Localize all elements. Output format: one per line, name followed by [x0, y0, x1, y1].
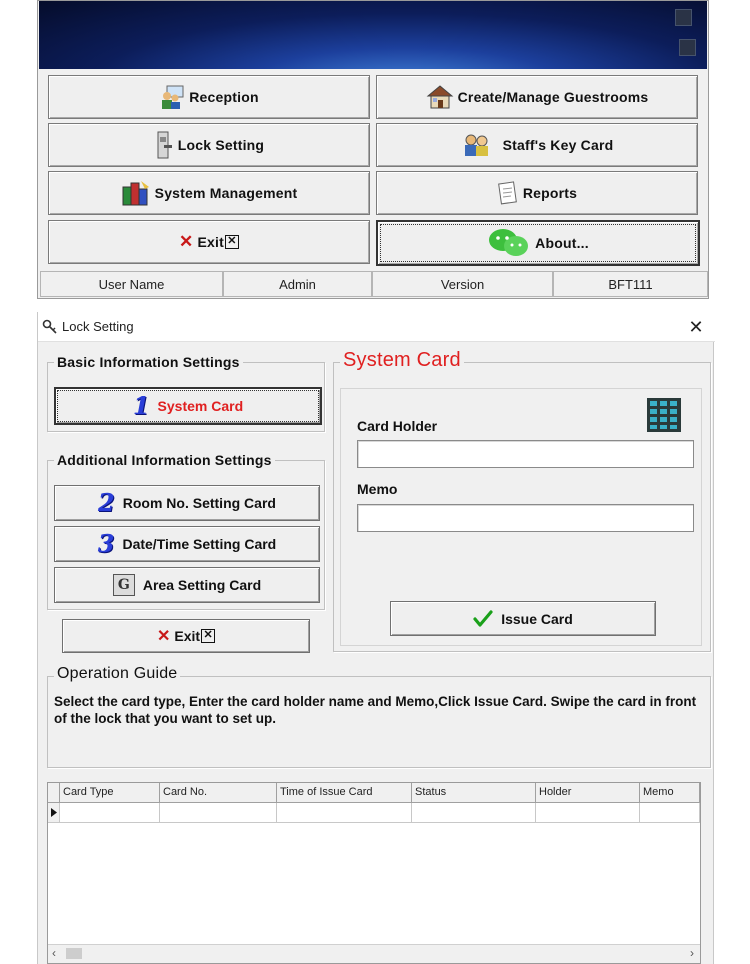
date-time-setting-card-button[interactable]: 3 Date/Time Setting Card	[54, 526, 320, 562]
dialog-title-bar: Lock Setting ✕	[38, 312, 715, 342]
staffs-key-card-button[interactable]: Staff's Key Card	[376, 123, 698, 167]
grid-cell[interactable]	[160, 803, 277, 823]
check-icon	[473, 609, 493, 627]
issue-card-button[interactable]: Issue Card	[390, 601, 656, 636]
basic-information-title: Basic Information Settings	[54, 354, 243, 370]
reports-label: Reports	[522, 185, 578, 201]
about-button[interactable]: About...	[376, 220, 700, 266]
scroll-right-icon[interactable]: ›	[690, 946, 694, 960]
dialog-exit-button[interactable]: ✕ Exit ✕	[62, 619, 310, 653]
area-setting-card-label: Area Setting Card	[142, 577, 262, 593]
date-time-setting-card-label: Date/Time Setting Card	[122, 536, 277, 552]
memo-input[interactable]	[357, 504, 694, 532]
grid-cell[interactable]	[412, 803, 536, 823]
create-manage-label: Create/Manage Guestrooms	[457, 89, 649, 105]
system-card-label: System Card	[157, 398, 244, 414]
issue-card-label: Issue Card	[501, 610, 573, 627]
room-no-setting-card-label: Room No. Setting Card	[122, 495, 276, 511]
wechat-icon	[489, 229, 529, 256]
about-label: About...	[535, 235, 589, 251]
system-card-panel: System Card Card Holder Memo Issue Card	[333, 349, 711, 652]
system-management-button[interactable]: System Management	[48, 171, 370, 215]
number-two-icon: 2	[98, 488, 115, 517]
grid-corner-cell	[48, 783, 60, 803]
room-no-setting-card-button[interactable]: 2 Room No. Setting Card	[54, 485, 320, 521]
system-card-button[interactable]: 1 System Card	[54, 387, 322, 425]
basic-information-group: Basic Information Settings 1 System Card	[47, 354, 325, 432]
system-card-panel-title: System Card	[340, 349, 464, 372]
area-setting-card-button[interactable]: G Area Setting Card	[54, 567, 320, 603]
grid-cell[interactable]	[60, 803, 160, 823]
key-icon	[42, 319, 57, 334]
number-one-icon: 1	[132, 391, 150, 420]
house-icon	[426, 85, 454, 109]
operation-guide-group: Operation Guide Select the card type, En…	[47, 665, 711, 768]
horizontal-scrollbar[interactable]: ‹ ›	[48, 944, 700, 963]
red-x-icon: ✕	[179, 232, 194, 251]
reception-button[interactable]: Reception	[48, 75, 370, 119]
books-icon	[122, 181, 149, 206]
grid-cell[interactable]	[277, 803, 412, 823]
grid-cell[interactable]	[536, 803, 640, 823]
staff-icon	[464, 134, 488, 156]
reports-icon	[497, 181, 517, 205]
lock-setting-dialog: Lock Setting ✕ Basic Information Setting…	[37, 312, 715, 964]
card-holder-input[interactable]	[357, 440, 694, 468]
door-lock-icon	[157, 131, 172, 159]
card-record-grid[interactable]: Card Type Card No. Time of Issue Card St…	[47, 782, 701, 964]
grid-header-card-type[interactable]: Card Type	[60, 783, 160, 803]
reports-button[interactable]: Reports	[376, 171, 698, 215]
status-version-label: Version	[372, 271, 553, 297]
scroll-thumb[interactable]	[66, 948, 82, 959]
row-indicator-arrow-icon	[48, 803, 60, 823]
memo-label: Memo	[357, 481, 398, 497]
number-three-icon: 3	[97, 529, 115, 558]
system-management-label: System Management	[154, 185, 298, 201]
exit-box-x-icon: ✕	[201, 629, 216, 643]
status-version-value: BFT111	[553, 271, 708, 297]
grid-header-card-no[interactable]: Card No.	[160, 783, 277, 803]
grid-header-time-of-issue[interactable]: Time of Issue Card	[277, 783, 412, 803]
grid-header-memo[interactable]: Memo	[640, 783, 700, 803]
reception-icon	[162, 85, 184, 109]
exit-label: Exit	[197, 234, 224, 250]
status-user-name-value: Admin	[223, 271, 372, 297]
reception-label: Reception	[189, 89, 259, 105]
dialog-exit-label: Exit	[174, 628, 201, 644]
additional-information-group: Additional Information Settings 2 Room N…	[47, 452, 325, 610]
operation-guide-text: Select the card type, Enter the card hol…	[54, 694, 697, 726]
banner-image	[39, 1, 707, 69]
scroll-left-icon[interactable]: ‹	[52, 946, 56, 960]
lock-setting-button[interactable]: Lock Setting	[48, 123, 370, 167]
lock-setting-label: Lock Setting	[177, 137, 265, 153]
grid-cell[interactable]	[640, 803, 700, 823]
grid-header-status[interactable]: Status	[412, 783, 536, 803]
staffs-key-card-label: Staff's Key Card	[502, 137, 614, 153]
banner-square-icon	[675, 9, 692, 26]
exit-button[interactable]: ✕ Exit ✕	[48, 220, 370, 264]
exit-box-x-icon: ✕	[224, 235, 239, 249]
additional-information-title: Additional Information Settings	[54, 452, 275, 468]
red-x-icon: ✕	[156, 628, 171, 645]
status-user-name-label: User Name	[40, 271, 223, 297]
banner-square-icon	[679, 39, 696, 56]
main-window: Reception Create/Manage Guestrooms Lock …	[37, 0, 709, 299]
area-g-icon: G	[112, 574, 135, 596]
close-icon[interactable]: ✕	[685, 316, 707, 338]
dialog-title: Lock Setting	[62, 319, 134, 334]
keypad-icon	[647, 398, 681, 432]
operation-guide-title: Operation Guide	[54, 665, 181, 683]
create-manage-guestrooms-button[interactable]: Create/Manage Guestrooms	[376, 75, 698, 119]
grid-header-holder[interactable]: Holder	[536, 783, 640, 803]
card-holder-label: Card Holder	[357, 418, 438, 434]
